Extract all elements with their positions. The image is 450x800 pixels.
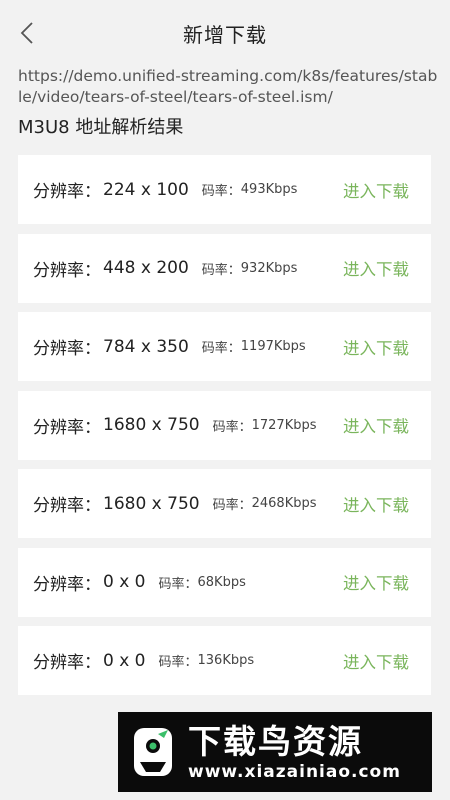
rate-label: 码率： (158, 655, 198, 670)
rate-label: 码率： (201, 262, 241, 278)
app-header: 新增下载 (0, 0, 450, 66)
rate-value: 932Kbps (240, 260, 298, 276)
page-title: 新增下载 (183, 22, 267, 47)
source-url: https://demo.unified-streaming.com/k8s/f… (18, 67, 438, 106)
rate-value: 493Kbps (240, 182, 298, 197)
resolution-value: 0 x 0 (103, 650, 146, 671)
rate-label: 码率： (212, 498, 252, 513)
chevron-left-icon (20, 22, 33, 44)
rate-value: 136Kbps (197, 653, 255, 668)
rate-value: 2468Kbps (251, 496, 317, 511)
download-button[interactable]: 进入下载 (343, 391, 409, 460)
rate-value: 1727Kbps (251, 417, 317, 433)
list-item: 分辨率： 0 x 0 码率： 136Kbps 进入下载 (18, 626, 431, 695)
download-button[interactable]: 进入下载 (343, 469, 409, 538)
watermark-url: www.xiazainiao.com (188, 762, 401, 782)
back-button[interactable] (12, 18, 42, 48)
watermark-banner: 下载鸟资源 www.xiazainiao.com (118, 712, 432, 792)
section-title: M3U8 地址解析结果 (18, 117, 184, 138)
resolution-label: 分辨率： (33, 182, 101, 202)
bird-logo-icon (118, 712, 188, 792)
list-item: 分辨率： 1680 x 750 码率： 1727Kbps 进入下载 (18, 390, 431, 460)
download-button[interactable]: 进入下载 (343, 155, 409, 224)
resolution-label: 分辨率： (33, 260, 101, 281)
resolution-label: 分辨率： (33, 574, 101, 595)
resolution-label: 分辨率： (33, 339, 101, 359)
resolution-value: 0 x 0 (103, 572, 146, 592)
resolution-label: 分辨率： (33, 496, 101, 516)
resolution-label: 分辨率： (33, 417, 101, 438)
resolution-value: 1680 x 750 (103, 493, 200, 514)
download-button[interactable]: 进入下载 (343, 312, 409, 381)
resolution-value: 224 x 100 (103, 179, 189, 200)
resolution-value: 784 x 350 (103, 336, 189, 357)
resolution-list: 分辨率： 224 x 100 码率： 493Kbps 进入下载 分辨率： 448… (18, 155, 431, 705)
watermark-text: 下载鸟资源 www.xiazainiao.com (188, 722, 432, 782)
resolution-value: 1680 x 750 (103, 415, 200, 435)
list-item: 分辨率： 784 x 350 码率： 1197Kbps 进入下载 (18, 312, 431, 381)
rate-label: 码率： (158, 576, 198, 592)
download-button[interactable]: 进入下载 (343, 548, 409, 617)
download-button[interactable]: 进入下载 (343, 234, 409, 303)
rate-value: 68Kbps (197, 574, 246, 590)
watermark-name: 下载鸟资源 (188, 722, 363, 761)
rate-value: 1197Kbps (240, 339, 306, 354)
list-item: 分辨率： 1680 x 750 码率： 2468Kbps 进入下载 (18, 469, 431, 538)
rate-label: 码率： (201, 341, 241, 356)
rate-label: 码率： (201, 184, 241, 199)
rate-label: 码率： (212, 419, 252, 435)
list-item: 分辨率： 224 x 100 码率： 493Kbps 进入下载 (18, 155, 431, 224)
resolution-label: 分辨率： (33, 653, 101, 673)
list-item: 分辨率： 0 x 0 码率： 68Kbps 进入下载 (18, 547, 431, 617)
resolution-value: 448 x 200 (103, 258, 189, 278)
list-item: 分辨率： 448 x 200 码率： 932Kbps 进入下载 (18, 233, 431, 303)
download-button[interactable]: 进入下载 (343, 626, 409, 695)
